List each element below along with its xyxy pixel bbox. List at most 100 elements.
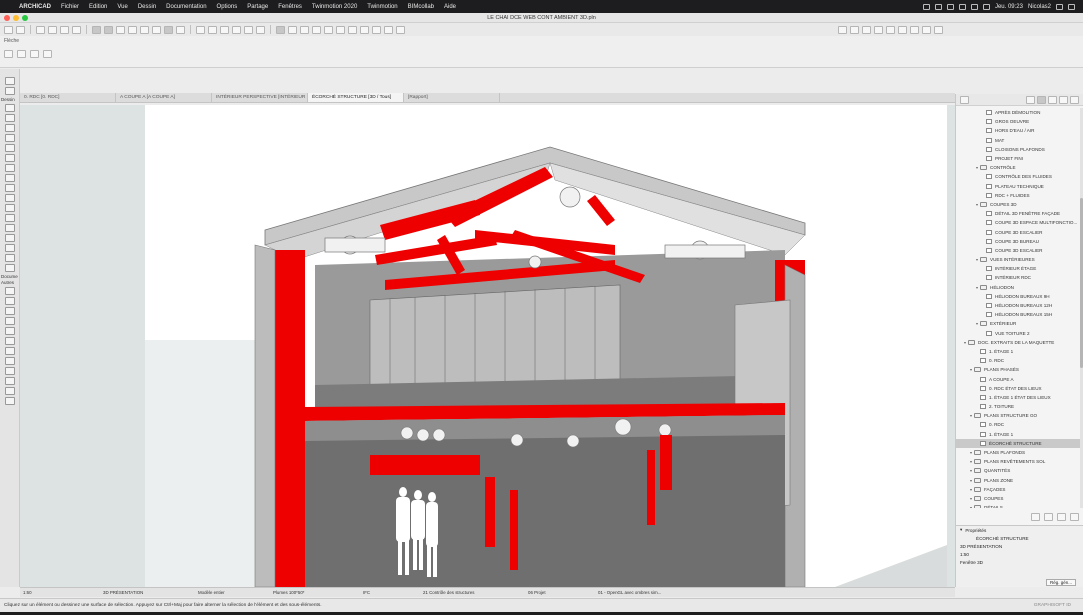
label-tool-icon[interactable]: [5, 317, 15, 325]
distribute-icon[interactable]: [886, 25, 895, 34]
navigator-item[interactable]: HÉLIODON BUREAUX 12H: [956, 301, 1080, 310]
status-cell[interactable]: 1:60: [20, 590, 100, 595]
redo-icon[interactable]: [16, 25, 25, 34]
navigator-item[interactable]: GROS OEUVRE: [956, 117, 1080, 126]
fill-tool-icon[interactable]: [5, 327, 15, 335]
fillet-icon[interactable]: [244, 25, 253, 34]
minimize-window-icon[interactable]: [13, 15, 19, 21]
menubar-clock[interactable]: Jeu. 09:23: [995, 4, 1023, 10]
menu-fichier[interactable]: Fichier: [56, 4, 84, 10]
schedule-icon[interactable]: [396, 25, 405, 34]
pen-set-icon[interactable]: [288, 25, 297, 34]
navigator-item[interactable]: A COUPE A: [956, 374, 1080, 383]
window-tool-icon[interactable]: [5, 124, 15, 132]
navigator-item[interactable]: CLOISONS PLAFONDS: [956, 145, 1080, 154]
navigator-item[interactable]: CONTRÔLE DES FLUIDES: [956, 172, 1080, 181]
worksheet-icon[interactable]: [372, 25, 381, 34]
tab-ecorche-structure[interactable]: ÉCORCHÉ STRUCTURE [3D / Tous]: [308, 93, 404, 102]
navigator-item[interactable]: PROJET FINI: [956, 154, 1080, 163]
menu-aide[interactable]: Aide: [439, 4, 461, 10]
navigator-item[interactable]: ▾ PLANS STRUCTURE GO: [956, 411, 1080, 420]
guide-lines-icon[interactable]: [92, 25, 101, 34]
adjust-icon[interactable]: [220, 25, 229, 34]
navigator-item[interactable]: 1. ÉTAGE 1 ÉTAT DES LIEUX: [956, 393, 1080, 402]
navigator-item[interactable]: COUPE 3D BUREAU: [956, 237, 1080, 246]
navigator-item[interactable]: 1. ÉTAGE 1: [956, 430, 1080, 439]
navigator-item[interactable]: ▾ VUES INTÉRIEURES: [956, 255, 1080, 264]
align-right-icon[interactable]: [874, 25, 883, 34]
column-tool-icon[interactable]: [5, 154, 15, 162]
model-view-icon[interactable]: [300, 25, 309, 34]
text-tool-icon[interactable]: [5, 307, 15, 315]
undo-icon[interactable]: [4, 25, 13, 34]
navigator-item[interactable]: APRÈS DÉMOLITION: [956, 108, 1080, 117]
navigator-item[interactable]: ▾ DOC. EXTRAITS DE LA MAQUETTE: [956, 338, 1080, 347]
navigator-item[interactable]: ▾ QUANTITÉS: [956, 466, 1080, 475]
selection-method-icon[interactable]: [4, 50, 13, 58]
ungroup-icon[interactable]: [910, 25, 919, 34]
navigator-item[interactable]: ÉCORCHÉ STRUCTURE: [956, 438, 1080, 448]
tab-coupe-a[interactable]: A COUPE A [A COUPE A]: [116, 93, 212, 102]
save-view-icon[interactable]: [1044, 513, 1053, 521]
navigator-item[interactable]: INTÉRIEUR RDC: [956, 273, 1080, 282]
section-icon[interactable]: [348, 25, 357, 34]
rectangle-select-icon[interactable]: [17, 50, 26, 58]
menu-options[interactable]: Options: [212, 4, 243, 10]
navigator-item[interactable]: MAT: [956, 136, 1080, 145]
dropbox-icon[interactable]: [922, 3, 930, 10]
navigator-item[interactable]: HÉLIODON BUREAUX 9H: [956, 292, 1080, 301]
navigator-project-map-icon[interactable]: [960, 95, 969, 104]
new-folder-icon[interactable]: [1031, 513, 1040, 521]
general-settings-button[interactable]: Rég. gén...: [1045, 579, 1076, 586]
3d-window-icon[interactable]: [336, 25, 345, 34]
navigator-item[interactable]: COUPE 3D ESPACE MULTIFONCTIO...: [956, 218, 1080, 227]
door-tool-icon[interactable]: [5, 114, 15, 122]
hotspot-tool-icon[interactable]: [5, 397, 15, 405]
status-cell[interactable]: Plumes 100*50*: [270, 590, 360, 595]
layer-combination-icon[interactable]: [276, 25, 285, 34]
select-icon[interactable]: [140, 25, 149, 34]
marquee-tool-icon[interactable]: [5, 87, 15, 95]
navigator-item[interactable]: ▾ DÉTAILS: [956, 503, 1080, 508]
navigator-item[interactable]: ▾ EXTÉRIEUR: [956, 319, 1080, 328]
search-icon[interactable]: [1056, 3, 1063, 10]
split-icon[interactable]: [208, 25, 217, 34]
roof-tool-icon[interactable]: [5, 144, 15, 152]
slab-tool-icon[interactable]: [5, 174, 15, 182]
3d-viewport[interactable]: [145, 105, 947, 587]
navigator-item[interactable]: ▾ COUPES: [956, 494, 1080, 503]
navigator-item[interactable]: 0. RDC ÉTAT DES LIEUX: [956, 384, 1080, 393]
navigator-item[interactable]: COUPE 3D ESCALIER: [956, 246, 1080, 255]
navigator-menu-icon[interactable]: [1070, 95, 1079, 104]
wall-tool-icon[interactable]: [5, 104, 15, 112]
menu-fenetres[interactable]: Fenêtres: [273, 4, 307, 10]
navigator-item[interactable]: 0. RDC: [956, 356, 1080, 365]
volume-icon[interactable]: [970, 3, 978, 10]
status-cell[interactable]: 3D PRÉSENTATION: [100, 590, 195, 595]
arrow-tool-icon[interactable]: [5, 77, 15, 85]
navigator-item[interactable]: ▾ FAÇADES: [956, 485, 1080, 494]
pencil-icon[interactable]: [60, 25, 69, 34]
control-center-icon[interactable]: [1068, 3, 1075, 10]
publisher-sets-icon[interactable]: [1048, 95, 1057, 104]
stair-tool-icon[interactable]: [5, 134, 15, 142]
wifi-icon[interactable]: [958, 3, 966, 10]
screen-record-icon[interactable]: [934, 3, 942, 10]
menu-twinmotion[interactable]: Twinmotion: [362, 4, 402, 10]
camera-tool-icon[interactable]: [5, 387, 15, 395]
navigator-item[interactable]: ▾ CONTRÔLE: [956, 163, 1080, 172]
tab-rapport[interactable]: [Rapport]: [404, 93, 500, 102]
navigator-item[interactable]: INTÉRIEUR ÉTAGE: [956, 264, 1080, 273]
railing-tool-icon[interactable]: [5, 194, 15, 202]
navigator-item[interactable]: COUPE 3D ESCALIER: [956, 227, 1080, 236]
navigator-item[interactable]: ▾ COUPES 3D: [956, 200, 1080, 209]
snap-icon[interactable]: [72, 25, 81, 34]
align-center-icon[interactable]: [862, 25, 871, 34]
navigator-item[interactable]: ▾ PLANS ZONE: [956, 476, 1080, 485]
unlock-icon[interactable]: [934, 25, 943, 34]
status-cell[interactable]: Modèle entier: [195, 590, 270, 595]
snap-guides-icon[interactable]: [104, 25, 113, 34]
shell-tool-icon[interactable]: [5, 184, 15, 192]
zone-tool-icon[interactable]: [5, 234, 15, 242]
cut-icon[interactable]: [196, 25, 205, 34]
